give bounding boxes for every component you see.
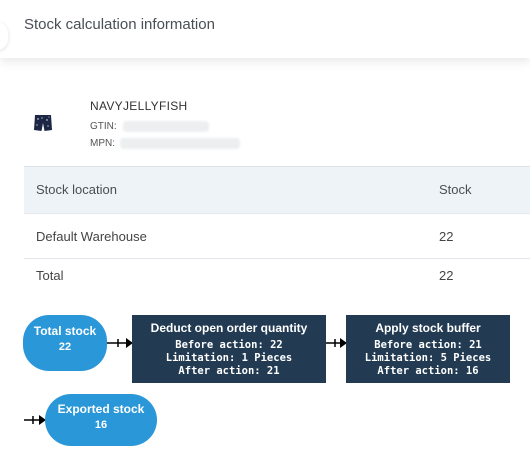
buffer-limitation: Limitation: 5 Pieces	[364, 352, 492, 364]
arrow-deduct-to-buffer	[326, 338, 347, 348]
buffer-title: Apply stock buffer	[375, 321, 481, 335]
apply-stock-buffer-node: Apply stock buffer Before action: 21 Lim…	[346, 315, 510, 383]
total-stock-title: Total stock	[33, 324, 97, 338]
deduct-limitation: Limitation: 1 Pieces	[165, 352, 293, 364]
exported-stock-node: Exported stock 16	[45, 394, 157, 446]
arrow-total-to-deduct	[107, 338, 133, 348]
total-stock-value: 22	[58, 341, 72, 353]
deduct-title: Deduct open order quantity	[150, 321, 308, 335]
arrow-to-exported	[24, 415, 46, 425]
buffer-after: After action: 16	[377, 365, 479, 377]
exported-stock-value: 16	[94, 419, 108, 431]
buffer-before: Before action: 21	[374, 339, 482, 351]
deduct-after: After action: 21	[178, 365, 280, 377]
deduct-before: Before action: 22	[175, 339, 283, 351]
deduct-open-order-node: Deduct open order quantity Before action…	[132, 315, 326, 383]
exported-stock-title: Exported stock	[57, 402, 145, 416]
total-stock-node: Total stock 22	[23, 315, 107, 371]
